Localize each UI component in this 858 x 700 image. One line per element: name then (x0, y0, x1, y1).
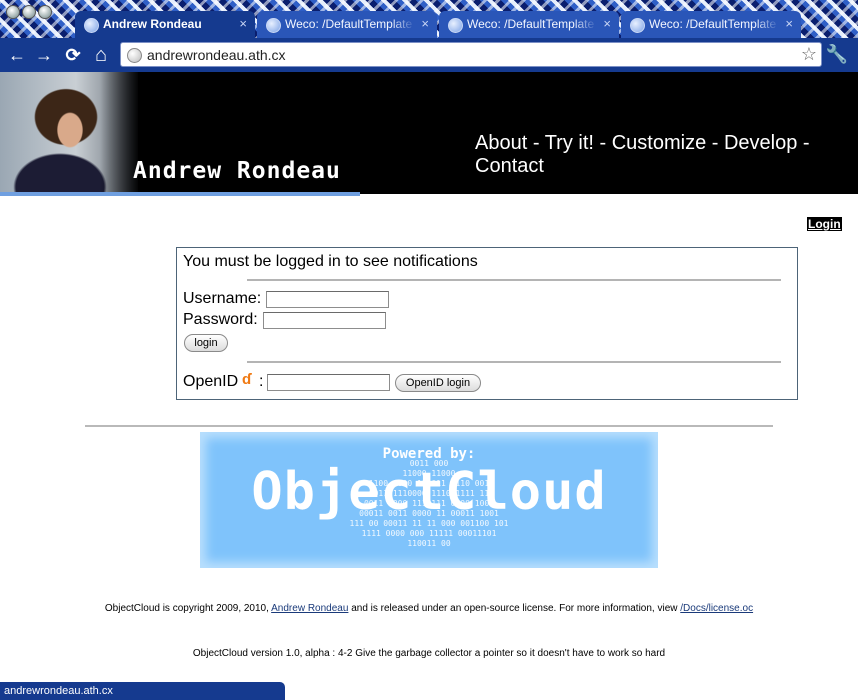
reload-icon[interactable]: ⟳ (62, 44, 84, 66)
openid-icon: ɗ (242, 371, 252, 388)
objectcloud-wordmark: ObjectCloud (251, 462, 607, 522)
openid-input[interactable] (267, 374, 390, 391)
home-icon[interactable]: ⌂ (90, 44, 112, 66)
tab-close-icon[interactable]: × (239, 16, 247, 31)
top-navigation: About - Try it! - Customize - Develop - … (475, 132, 845, 178)
forward-arrow-icon[interactable]: → (33, 44, 55, 66)
nav-separator: - (797, 132, 810, 154)
tab-weco-default-template[interactable]: Weco: /DefaultTemplate × (439, 11, 619, 38)
nav-separator: - (527, 132, 545, 154)
tab-close-icon[interactable]: × (785, 16, 793, 31)
nav-contact[interactable]: Contact (475, 155, 544, 177)
openid-login-button[interactable]: OpenID login (395, 374, 481, 392)
login-panel: You must be logged in to see notificatio… (176, 247, 798, 400)
globe-icon (84, 18, 99, 33)
login-button[interactable]: login (184, 334, 228, 352)
tab-weco-default-template[interactable]: Weco: /DefaultTemplate × (621, 11, 801, 38)
password-label: Password: (183, 311, 258, 328)
nav-customize[interactable]: Customize (612, 132, 706, 154)
browser-toolbar: ← → ⟳ ⌂ ☆ 🔧 (0, 38, 858, 72)
nav-develop[interactable]: Develop (724, 132, 797, 154)
notice-title: You must be logged in to see notificatio… (183, 253, 478, 270)
version-line: ObjectCloud version 1.0, alpha : 4-2 Giv… (192, 648, 666, 659)
url-input[interactable] (147, 46, 787, 63)
banner-underline (0, 192, 360, 196)
nav-about[interactable]: About (475, 132, 527, 154)
globe-icon (266, 18, 281, 33)
author-link[interactable]: Andrew Rondeau (271, 603, 348, 614)
password-input[interactable] (263, 312, 386, 329)
tab-andrew-rondeau[interactable]: Andrew Rondeau × (75, 11, 255, 38)
site-banner: Andrew Rondeau About - Try it! - Customi… (0, 72, 858, 196)
tab-strip: Andrew Rondeau × Weco: /DefaultTemplate … (0, 0, 858, 38)
copyright-line: ObjectCloud is copyright 2009, 2010, And… (104, 603, 754, 614)
username-label: Username: (183, 290, 262, 307)
tab-weco-default-template[interactable]: Weco: /DefaultTemplate × (257, 11, 437, 38)
wrench-menu-icon[interactable]: 🔧 (826, 44, 848, 65)
back-arrow-icon[interactable]: ← (6, 44, 28, 66)
site-info-icon[interactable] (127, 48, 142, 63)
tab-close-icon[interactable]: × (421, 16, 429, 31)
nav-separator: - (706, 132, 724, 154)
status-bar: andrewrondeau.ath.cx (0, 682, 285, 700)
openid-colon: : (259, 373, 264, 390)
nav-try-it[interactable]: Try it! (545, 132, 594, 154)
divider (247, 361, 781, 363)
section-divider (85, 425, 773, 427)
tab-title: Andrew Rondeau (103, 17, 202, 31)
bookmark-star-icon[interactable]: ☆ (801, 44, 817, 65)
window-zoom-control[interactable] (38, 5, 52, 19)
divider (247, 279, 781, 281)
powered-by-caption: Powered by: (382, 446, 476, 462)
globe-icon (630, 18, 645, 33)
window-close-control[interactable] (6, 5, 20, 19)
nav-separator: - (593, 132, 612, 154)
license-link[interactable]: /Docs/license.oc (680, 603, 753, 614)
site-name: Andrew Rondeau (133, 158, 341, 184)
address-bar[interactable]: ☆ (120, 42, 822, 67)
tab-close-icon[interactable]: × (603, 16, 611, 31)
login-link[interactable]: Login (807, 217, 842, 231)
username-input[interactable] (266, 291, 389, 308)
globe-icon (448, 18, 463, 33)
window-minimize-control[interactable] (22, 5, 36, 19)
objectcloud-logo[interactable]: 0011 000 11000 11000 1100 0000 111011 11… (200, 432, 658, 568)
openid-label: OpenID (183, 373, 239, 390)
